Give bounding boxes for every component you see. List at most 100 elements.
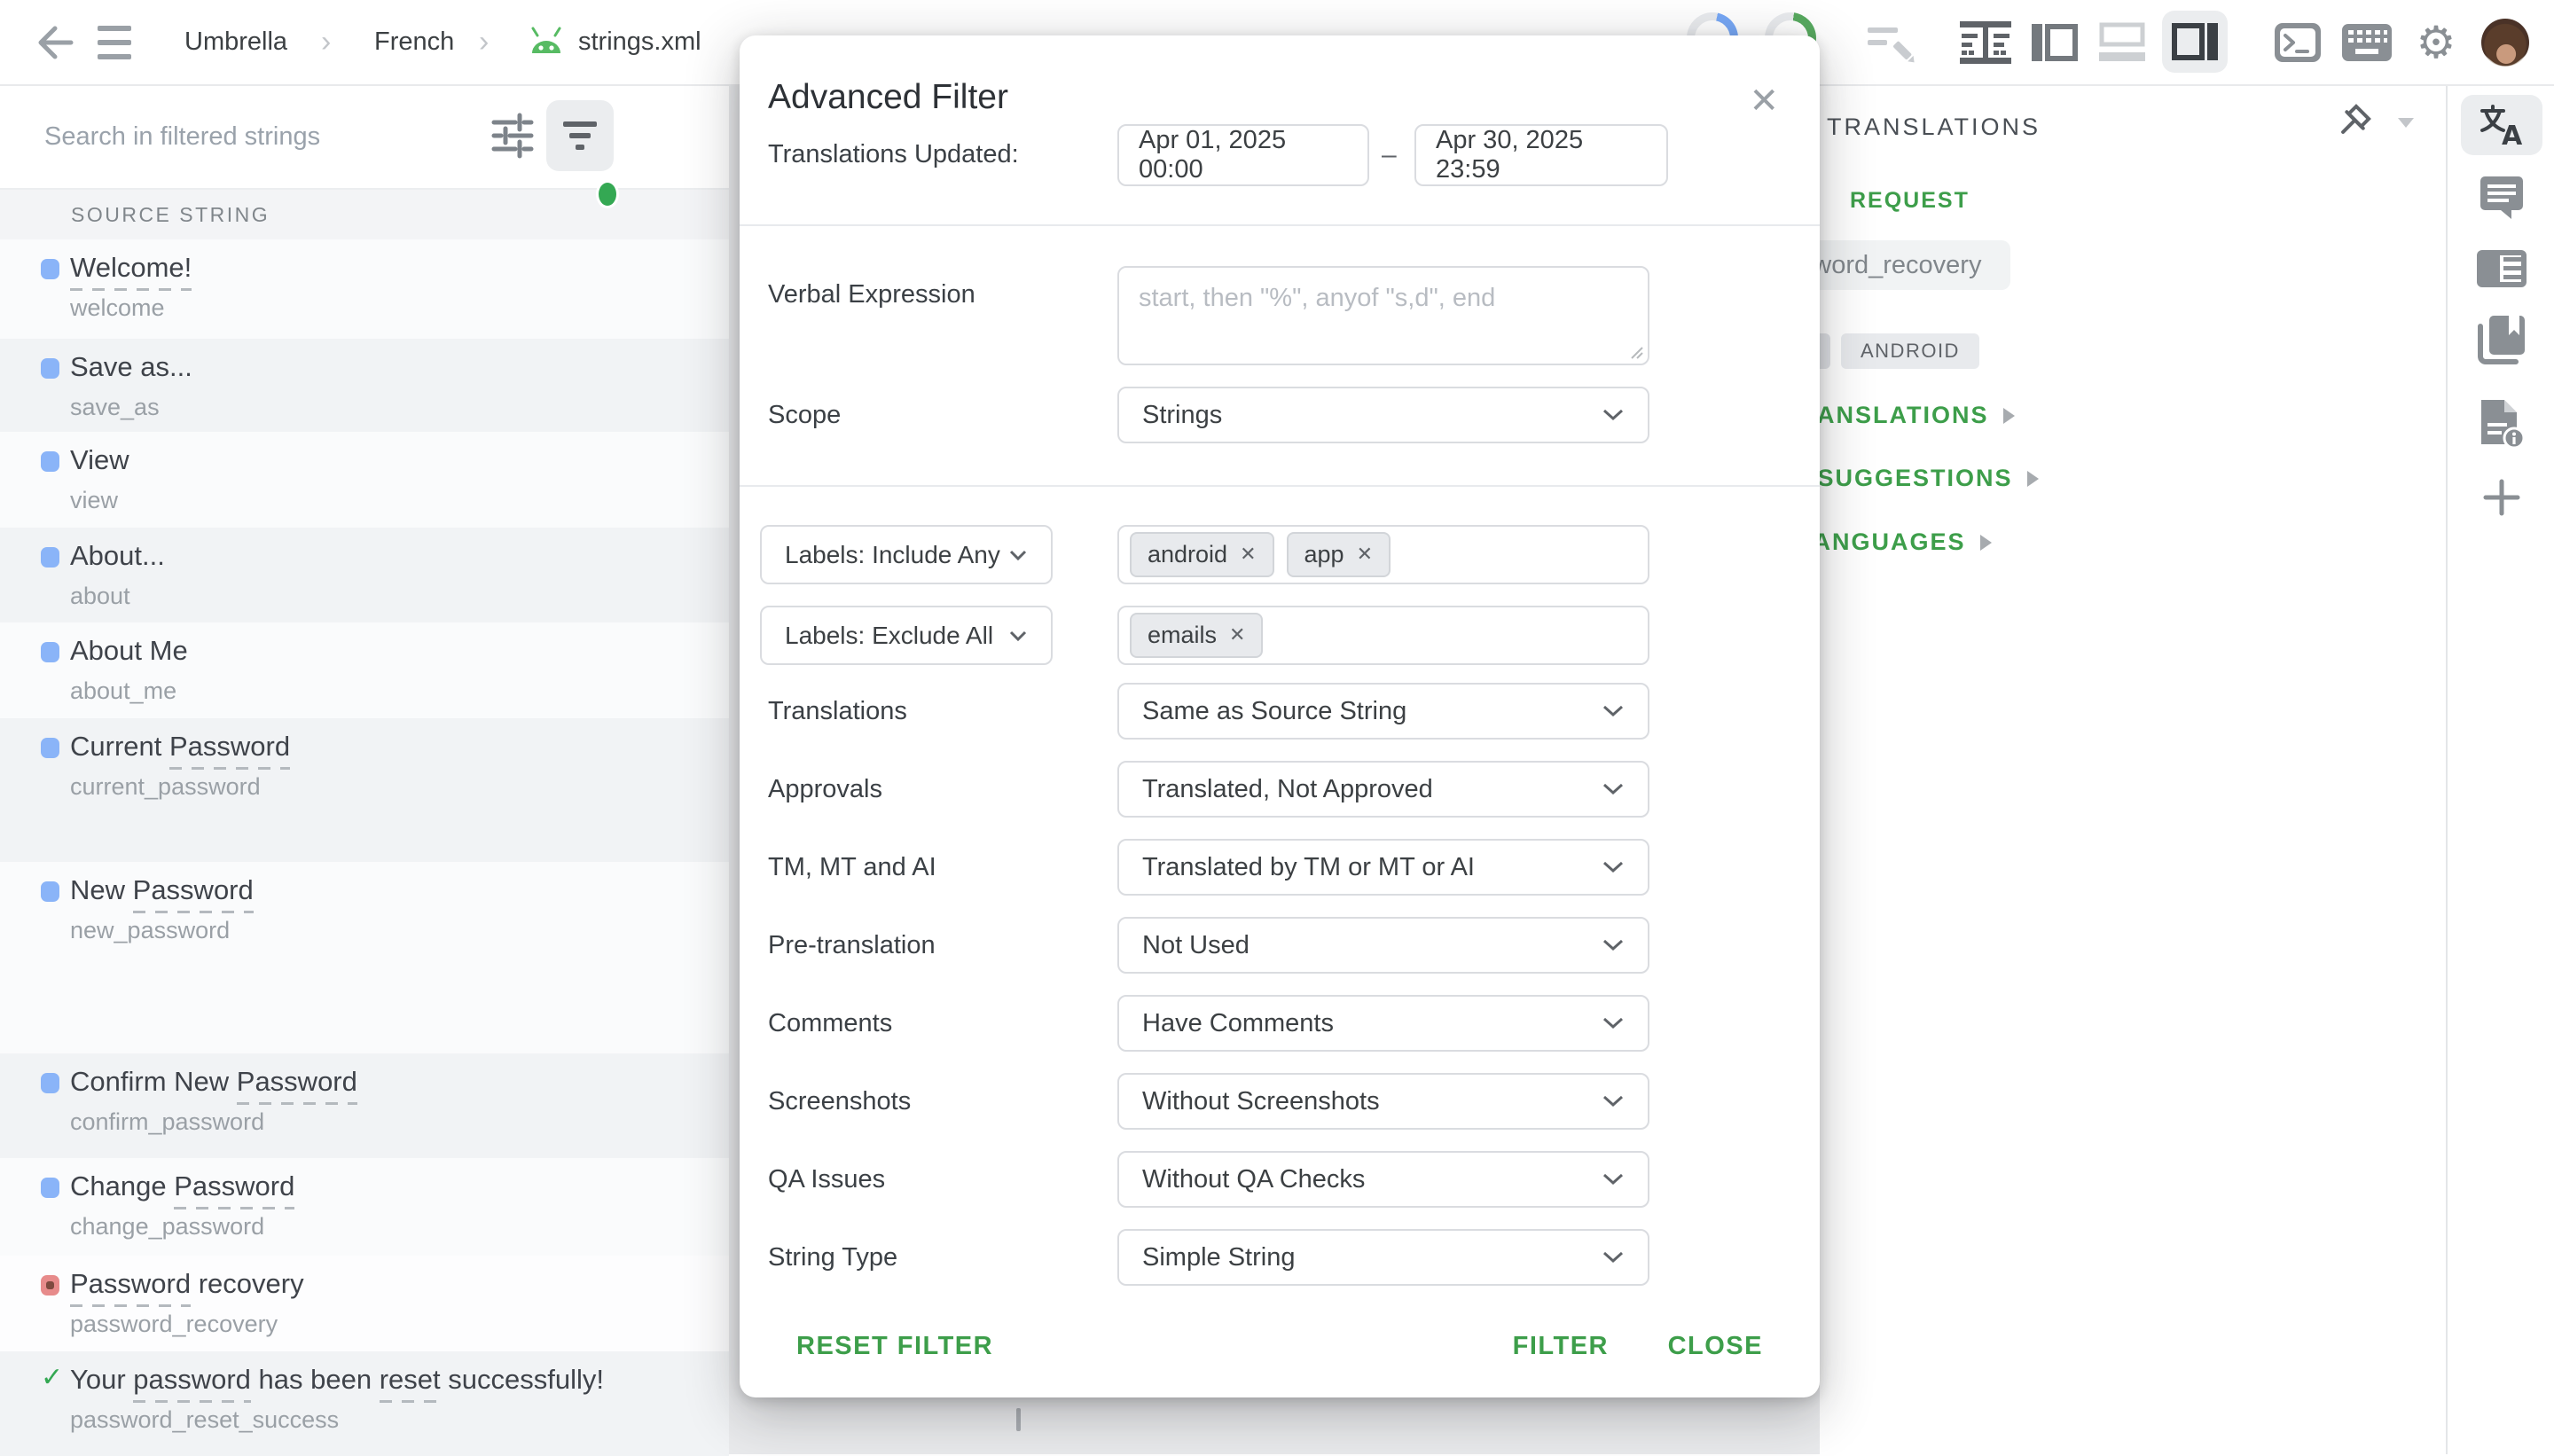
panel-options-button[interactable] [2398,118,2414,128]
remove-tag-icon[interactable]: ✕ [1229,624,1245,646]
search-settings-button[interactable] [486,104,539,168]
string-row[interactable]: About...about [0,528,729,622]
translate-panel-button[interactable]: A [2461,95,2542,155]
chevron-down-icon [1602,1172,1625,1186]
filter-field-select[interactable]: Not Used [1117,917,1649,974]
modal-close-button[interactable]: ✕ [1749,83,1779,119]
string-row[interactable]: ✓ Your password has been reset successful… [0,1351,729,1456]
string-status-badge [41,738,59,758]
source-string-text: Your password has been reset successfull… [70,1364,604,1396]
label-chip: app✕ [1287,532,1391,577]
edit-draft-button[interactable] [1859,0,1921,84]
close-filter-button[interactable]: CLOSE [1668,1332,1763,1361]
labels-exclude-tagbox[interactable]: emails✕ [1117,606,1649,665]
translations-panel: TRANSLATIONS REQUEST password_recovery A… [1820,84,2446,1454]
keyboard-icon [2340,22,2393,63]
filter-field-select[interactable]: Without Screenshots [1117,1073,1649,1130]
pin-panel-button[interactable] [2332,104,2371,147]
string-status-badge [41,881,59,902]
remove-tag-icon[interactable]: ✕ [1357,544,1373,566]
date-to-input[interactable]: Apr 30, 2025 23:59 [1414,124,1668,186]
expand-arrow-icon [2027,471,2039,487]
chevron-down-icon [1602,408,1625,422]
source-string-text: Welcome! [70,252,192,284]
back-button[interactable] [32,0,78,84]
string-key: about_me [70,677,176,705]
string-key: welcome [70,294,165,322]
menu-icon [98,26,131,31]
string-row[interactable]: New Password new_password [0,862,729,1053]
filter-field-select[interactable]: Translated by TM or MT or AI [1117,839,1649,896]
list-bottom-view-button[interactable] [2091,0,2153,84]
menu-button[interactable] [98,0,131,84]
breadcrumb-language[interactable]: French [374,0,454,84]
string-key: view [70,487,118,514]
list-right-view-button-active[interactable] [2162,11,2228,73]
string-row[interactable]: Welcome! welcome [0,239,729,339]
string-row[interactable]: Current Passwordcurrent_password [0,718,729,862]
glossary-term: Password [133,874,254,913]
file-info-panel-button[interactable] [2461,396,2542,451]
source-string-text: Confirm New Password [70,1066,357,1098]
string-row[interactable]: About Me about_me [0,622,729,718]
context-panel-button[interactable] [2461,244,2542,294]
reset-filter-button[interactable]: RESET FILTER [796,1332,993,1361]
filter-active-badge [596,180,619,208]
keyboard-shortcuts-button[interactable] [2336,0,2398,84]
labels-include-tagbox[interactable]: android✕ app✕ [1117,525,1649,584]
string-row[interactable]: Confirm New Passwordconfirm_password [0,1053,729,1158]
filter-button[interactable] [546,100,614,171]
request-translation-button[interactable]: REQUEST [1850,188,1970,214]
split-editor-view-button[interactable] [1955,0,2017,84]
svg-text:A: A [2502,121,2523,146]
scope-label: Scope [768,401,841,430]
verbal-expression-input[interactable] [1117,266,1649,365]
labels-exclude-mode-select[interactable]: Labels: Exclude All [760,606,1053,665]
string-key: new_password [70,917,230,944]
chevron-down-icon [1602,1250,1625,1264]
filter-field-select[interactable]: Translated, Not Approved [1117,761,1649,818]
source-string-text: New Password [70,874,254,906]
glossary-term: Welcome! [70,252,192,291]
list-right-view-icon [2170,20,2220,64]
labels-include-mode-select[interactable]: Labels: Include Any [760,525,1053,584]
chevron-down-icon [1602,782,1625,796]
side-by-side-view-button[interactable] [2024,0,2086,84]
chevron-down-icon [1602,1094,1625,1108]
glossary-panel-button[interactable] [2461,311,2542,368]
remove-tag-icon[interactable]: ✕ [1240,544,1256,566]
filter-field-select[interactable]: Same as Source String [1117,683,1649,740]
source-string-text: About... [70,540,165,572]
string-row[interactable]: Password recovery password_recovery [0,1256,729,1351]
terminal-button[interactable] [2267,0,2329,84]
chevron-down-icon [1602,860,1625,874]
string-status-badge [41,1275,59,1296]
source-string-text: About Me [70,635,188,667]
user-menu[interactable] [2474,0,2536,84]
search-input[interactable] [43,109,436,164]
scope-select[interactable]: Strings [1117,387,1649,443]
add-panel-button[interactable] [2461,471,2542,524]
filter-field-label: QA Issues [768,1165,885,1194]
string-key: password_recovery [70,1311,278,1338]
filter-field-select[interactable]: Without QA Checks [1117,1151,1649,1208]
breadcrumb-project[interactable]: Umbrella [184,0,287,84]
chevron-down-icon [1602,938,1625,952]
source-string-text: Change Password [70,1170,294,1202]
plus-icon [2482,478,2521,517]
apply-filter-button[interactable]: FILTER [1513,1332,1609,1361]
filter-field-select[interactable]: Have Comments [1117,995,1649,1052]
chevron-down-icon [1602,1016,1625,1030]
filter-field-select[interactable]: Simple String [1117,1229,1649,1286]
string-row[interactable]: Viewview [0,432,729,528]
source-string-text: Password recovery [70,1268,304,1300]
string-row[interactable]: Save as...save_as [0,339,729,432]
editor-cursor-mark [1016,1408,1021,1431]
advanced-filter-modal: Advanced Filter ✕ Translations Updated: … [740,35,1820,1397]
date-from-input[interactable]: Apr 01, 2025 00:00 [1117,124,1369,186]
comments-panel-button[interactable] [2461,173,2542,224]
breadcrumb-file[interactable]: strings.xml [578,0,701,84]
string-row[interactable]: Change Passwordchange_password [0,1158,729,1256]
approved-check-icon: ✓ [41,1367,63,1388]
settings-button[interactable]: ⚙ [2405,0,2467,84]
